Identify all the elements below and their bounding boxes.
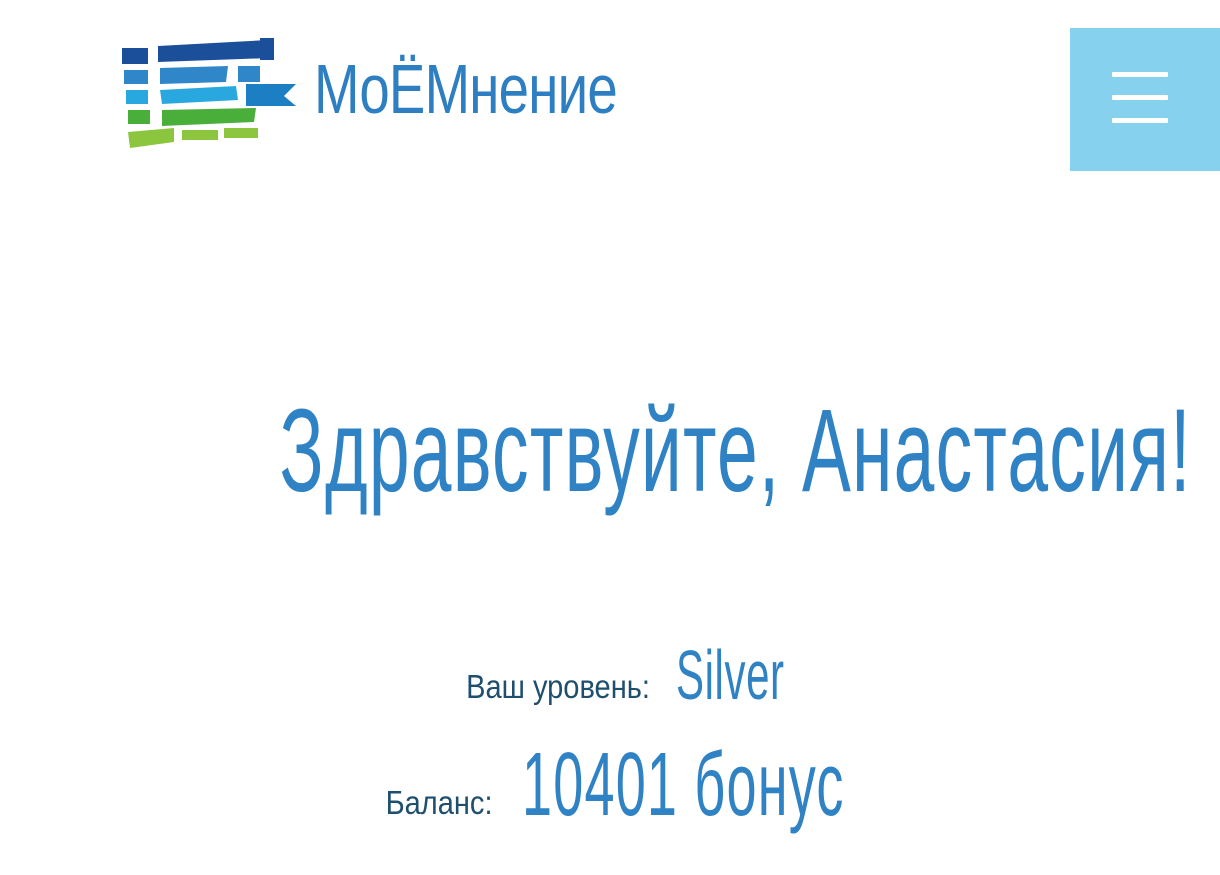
balance-row: Баланс: 10401 бонус [0, 740, 1220, 840]
level-row: Ваш уровень: Silver [0, 640, 1220, 720]
level-value: Silver [676, 636, 785, 714]
brand-logo[interactable]: МоЁМнение [118, 36, 678, 156]
page-header: МоЁМнение [0, 0, 1220, 180]
level-label: Ваш уровень: [466, 668, 650, 705]
menu-line-middle [1112, 95, 1168, 100]
greeting-text: Здравствуйте, Анастасия! [279, 385, 1192, 517]
menu-line-bottom [1112, 118, 1168, 123]
menu-button[interactable] [1070, 28, 1220, 171]
brand-name: МоЁМнение [314, 50, 618, 128]
menu-line-top [1112, 72, 1168, 77]
balance-value: 10401 бонус [522, 735, 845, 835]
greeting-heading: Здравствуйте, Анастасия! [0, 392, 1220, 510]
balance-label: Баланс: [386, 784, 493, 821]
stacked-stripes-logo-icon [122, 38, 296, 148]
